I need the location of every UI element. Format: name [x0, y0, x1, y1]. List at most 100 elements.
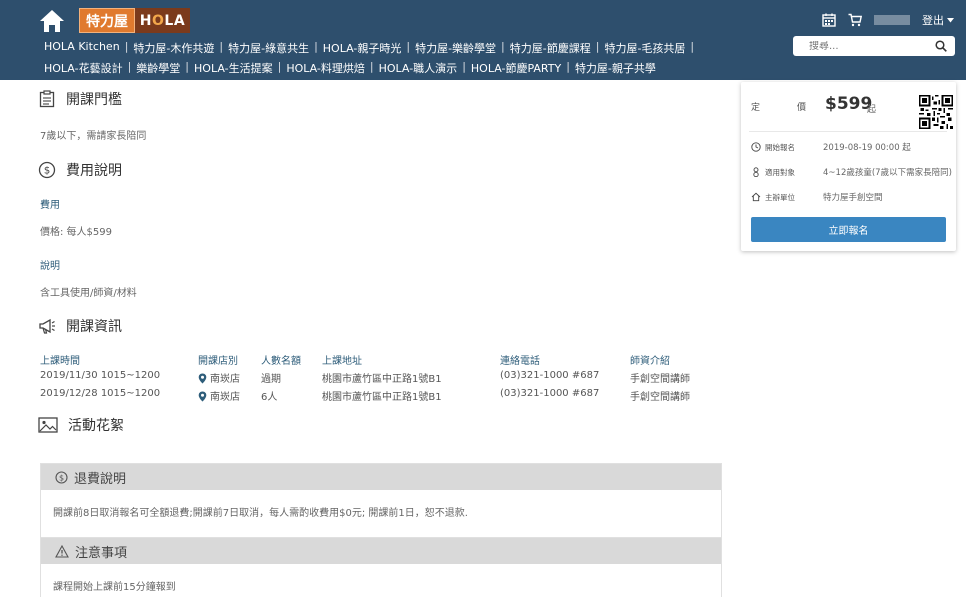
fee-label: 費用: [40, 200, 60, 211]
megaphone-icon: [39, 318, 55, 334]
nav-separator: |: [566, 60, 570, 73]
col-header-phone: 連絡電話: [500, 356, 540, 367]
cell-address: 桃園市蘆竹區中正路1號B1: [322, 374, 442, 385]
header-utility: 登出: [822, 12, 954, 28]
clock-icon: [751, 142, 761, 152]
nav-link[interactable]: 特力屋-親子共學: [575, 60, 656, 76]
section-title-text: 費用說明: [66, 163, 122, 179]
cell-store[interactable]: 南崁店: [198, 388, 240, 403]
home-icon[interactable]: [38, 8, 66, 34]
nav-separator: |: [406, 40, 411, 53]
card-divider: [749, 131, 947, 132]
nav-link[interactable]: 特力屋-樂齡學堂: [415, 40, 496, 56]
cell-quota: 過期: [261, 374, 281, 385]
nav-link[interactable]: 特力屋-節慶課程: [510, 40, 591, 56]
price-label-b: 價: [797, 103, 807, 113]
section-course-info: 開課資訊: [38, 316, 122, 336]
cell-store[interactable]: 南崁店: [198, 370, 240, 385]
cell-address: 桃園市蘆竹區中正路1號B1: [322, 392, 442, 403]
cell-time: 2019/12/28 1015~1200: [40, 388, 161, 399]
refund-box: $ 退費說明 開課前8日取消報名可全額退費;開課前7日取消，每人需酌收費用$0元…: [40, 463, 722, 538]
map-pin-icon: [198, 391, 207, 402]
search-icon[interactable]: [935, 40, 947, 52]
nav-separator: |: [124, 40, 129, 53]
nav-link[interactable]: 特力屋-木作共遊: [133, 40, 214, 56]
site-header: 特力屋 H O LA HOLA Kitchen | 特力屋-木作共遊 | 特力屋-綠意共…: [0, 0, 966, 80]
meta-key: 適用對象: [765, 167, 795, 177]
search-box: [793, 36, 955, 56]
nav-link[interactable]: 特力屋-綠意共生: [228, 40, 309, 56]
col-header-address: 上課地址: [322, 356, 362, 367]
cart-icon[interactable]: [848, 13, 862, 27]
meta-key: 主辦單位: [765, 192, 795, 202]
nav-link[interactable]: HOLA-生活提案: [194, 60, 273, 76]
section-title-text: 開課資訊: [66, 319, 122, 335]
signup-button[interactable]: 立即報名: [751, 217, 946, 242]
logo-hola-o: O: [152, 12, 165, 29]
map-pin-icon: [198, 373, 207, 384]
refund-title: 退費說明: [74, 471, 127, 487]
section-title-text: 開課門檻: [66, 92, 122, 108]
section-gallery: 活動花絮: [38, 415, 124, 435]
meta-key: 開始報名: [765, 142, 795, 152]
desc-label: 說明: [40, 261, 60, 272]
section-threshold: 開課門檻: [38, 89, 122, 109]
svg-text:$: $: [44, 166, 50, 177]
nav-link[interactable]: 特力屋-毛孩共居: [604, 40, 685, 56]
nav-separator: |: [369, 60, 374, 73]
col-header-time: 上課時間: [40, 356, 80, 367]
section-fee: $ 費用說明: [38, 160, 122, 180]
nav-link[interactable]: HOLA Kitchen: [44, 40, 120, 56]
price-label-a: 定: [751, 103, 761, 113]
cell-teacher[interactable]: 手創空間講師: [630, 388, 690, 403]
person-icon: [753, 167, 759, 177]
notice-text: 課程開始上課前15分鐘報到: [53, 582, 176, 593]
nav-separator: |: [501, 40, 505, 53]
cell-quota: 6人: [261, 392, 278, 403]
nav-link[interactable]: HOLA-花藝設計: [44, 60, 123, 76]
logo-hola-la: LA: [164, 12, 186, 29]
nav-separator: |: [219, 40, 224, 53]
price-value: $599: [825, 94, 873, 114]
nav-separator: |: [314, 40, 318, 53]
nav-row-2: HOLA-花藝設計 | 樂齡學堂 | HOLA-生活提案 | HOLA-料理烘焙 | H…: [44, 60, 656, 76]
nav-separator: |: [277, 60, 282, 73]
meta-host: 主辦單位 特力屋手創空間: [751, 191, 883, 203]
store-name: 南崁店: [210, 374, 240, 385]
section-title-text: 活動花絮: [68, 418, 124, 434]
nav-link[interactable]: HOLA-料理烘焙: [286, 60, 365, 76]
refund-header: $ 退費說明: [41, 464, 721, 490]
home-outline-icon: [751, 192, 761, 202]
clipboard-icon: [39, 90, 55, 108]
desc-text: 含工具使用/師資/材料: [40, 288, 137, 299]
cell-time: 2019/11/30 1015~1200: [40, 370, 161, 381]
col-header-teacher: 師資介紹: [630, 356, 670, 367]
cell-teacher[interactable]: 手創空間講師: [630, 370, 690, 385]
logout-label: 登出: [922, 14, 944, 27]
notice-header: 注意事項: [41, 538, 721, 564]
search-input[interactable]: [809, 40, 935, 52]
calendar-icon[interactable]: [822, 13, 836, 27]
logout-dropdown[interactable]: 登出: [922, 12, 954, 28]
svg-text:$: $: [59, 473, 64, 482]
nav-link[interactable]: HOLA-職人演示: [379, 60, 458, 76]
meta-target: 適用對象 4~12歲孩童(7歲以下需家長陪同): [751, 166, 952, 178]
logo-trilayer: 特力屋: [79, 8, 135, 33]
dollar-circle-icon: $: [55, 470, 68, 484]
nav-separator: |: [127, 60, 132, 73]
logo-hola-h: H: [139, 12, 153, 29]
nav-link[interactable]: HOLA-節慶PARTY: [471, 60, 561, 76]
cell-phone: (03)321-1000 #687: [500, 370, 600, 381]
meta-start: 開始報名 2019-08-19 00:00 起: [751, 141, 911, 153]
nav-link[interactable]: HOLA-親子時光: [323, 40, 402, 56]
cell-phone: (03)321-1000 #687: [500, 388, 600, 399]
signup-card: 定 價 $599 起 開始報名 2019-08-19 00:00 起 適用對象 …: [741, 82, 956, 251]
warning-icon: [55, 544, 69, 558]
nav-separator: |: [462, 60, 466, 73]
fee-text: 價格: 每人$599: [40, 227, 112, 238]
site-logo[interactable]: 特力屋 H O LA: [79, 8, 190, 33]
meta-value: 4~12歲孩童(7歲以下需家長陪同): [823, 168, 952, 178]
dollar-circle-icon: $: [38, 161, 56, 179]
nav-link[interactable]: 樂齡學堂: [136, 60, 180, 76]
nav-separator: |: [690, 40, 695, 53]
